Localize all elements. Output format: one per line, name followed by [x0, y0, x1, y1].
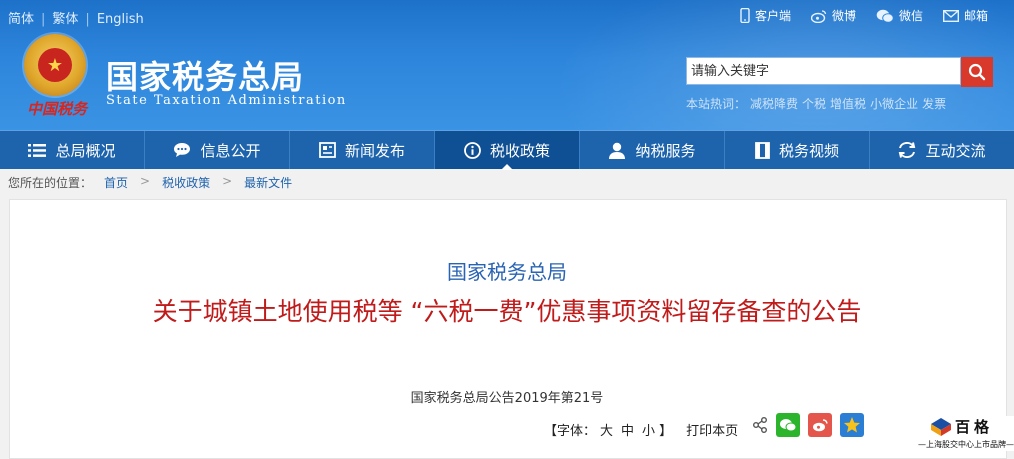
nav-item-tax-policy[interactable]: 税收政策 [435, 131, 580, 170]
search-icon [968, 63, 986, 81]
search-button[interactable] [961, 57, 993, 87]
qzone-share-icon[interactable] [840, 413, 864, 437]
weibo-label: 微博 [831, 9, 856, 23]
emblem-caption: 中国税务 [27, 100, 88, 118]
breadcrumb: 您所在的位置： 首页 > 税收政策 > 最新文件 [8, 174, 292, 191]
document-number: 国家税务总局公告2019年第21号 [410, 391, 604, 406]
font-size-small[interactable]: 小 [642, 420, 655, 439]
site-header: 简体 | 繁体 | English 客户端 微博 微信 邮箱 ★ 中国税务 国家税务总局… [0, 0, 1014, 130]
wechat-share-icon[interactable] [776, 413, 800, 437]
mobile-icon [740, 8, 750, 23]
share-bar [752, 413, 864, 437]
hot-word[interactable]: 个税 [802, 97, 826, 111]
hot-word[interactable]: 小微企业 [870, 97, 918, 111]
hot-words-label: 本站热词： [686, 97, 747, 111]
nav-item-interaction[interactable]: 互动交流 [870, 131, 1014, 169]
wechat-label: 微信 [898, 9, 923, 23]
nav-label: 新闻发布 [344, 141, 405, 160]
wechat-icon [876, 9, 894, 23]
font-size-medium[interactable]: 中 [621, 420, 634, 439]
hot-word[interactable]: 增值税 [830, 97, 866, 111]
article-issuer: 国家税务总局 [447, 260, 567, 284]
font-size-large[interactable]: 大 [600, 420, 613, 439]
nav-label: 税务视频 [778, 141, 839, 160]
language-switcher: 简体 | 繁体 | English [8, 8, 144, 27]
breadcrumb-latest-documents[interactable]: 最新文件 [244, 174, 292, 191]
watermark-name: 百格 [955, 418, 994, 436]
client-link[interactable]: 客户端 [740, 7, 791, 24]
lang-traditional[interactable]: 繁体 [52, 8, 78, 27]
user-icon [609, 142, 626, 159]
top-links: 客户端 微博 微信 邮箱 [740, 7, 988, 24]
print-button[interactable]: 打印本页 [686, 420, 738, 439]
nav-item-overview[interactable]: 总局概况 [0, 131, 145, 169]
mail-link[interactable]: 邮箱 [942, 7, 988, 24]
chevron-right-icon: > [222, 174, 233, 188]
breadcrumb-prefix: 您所在的位置： [8, 176, 93, 190]
search-bar: 请输入关键字 [686, 57, 993, 87]
weibo-share-icon[interactable] [808, 413, 832, 437]
watermark-logo-icon [931, 418, 951, 436]
menu-icon [28, 143, 47, 157]
nav-item-disclosure[interactable]: 信息公开 [145, 131, 290, 169]
article-tools: 【字体： 大 中 小 】 打印本页 [544, 420, 738, 439]
article-title: 关于城镇土地使用税等 “六税一费”优惠事项资料留存备查的公告 [152, 297, 862, 326]
lang-english[interactable]: English [97, 12, 144, 27]
exchange-icon [899, 142, 916, 158]
nav-item-taxpayer-service[interactable]: 纳税服务 [580, 131, 725, 169]
nav-item-video[interactable]: 税务视频 [725, 131, 870, 169]
breadcrumb-tax-policy[interactable]: 税收政策 [162, 174, 210, 191]
video-icon [755, 141, 770, 159]
hot-word[interactable]: 发票 [922, 97, 946, 111]
weibo-link[interactable]: 微博 [810, 7, 856, 24]
nav-label: 总局概况 [55, 141, 116, 160]
nav-item-news[interactable]: 新闻发布 [290, 131, 435, 169]
hot-words: 本站热词： 减税降费 个税 增值税 小微企业 发票 [686, 95, 950, 112]
font-size-label: 【字体： [544, 424, 597, 439]
search-input[interactable]: 请输入关键字 [686, 57, 961, 85]
mail-label: 邮箱 [963, 9, 988, 23]
client-label: 客户端 [754, 9, 791, 23]
chat-icon [174, 143, 191, 157]
national-emblem-logo[interactable]: ★ [24, 34, 86, 96]
nav-label: 信息公开 [200, 141, 261, 160]
share-icon[interactable] [752, 417, 768, 433]
wechat-link[interactable]: 微信 [876, 7, 923, 24]
mail-icon [942, 9, 959, 22]
hot-word[interactable]: 减税降费 [750, 97, 798, 111]
watermark-tagline: —上海股交中心上市品牌— [918, 440, 1014, 449]
font-size-close: 】 [659, 424, 673, 439]
nav-label: 纳税服务 [635, 141, 696, 160]
weibo-icon [810, 9, 827, 23]
main-nav: 总局概况 信息公开 新闻发布 税收政策 纳税服务 税务视频 互动交流 [0, 130, 1014, 170]
nav-label: 互动交流 [925, 141, 986, 160]
news-icon [319, 142, 336, 158]
info-icon [464, 141, 481, 159]
nav-label: 税收政策 [489, 141, 550, 160]
chevron-right-icon: > [140, 174, 151, 188]
site-title[interactable]: 国家税务总局 [106, 52, 304, 98]
site-subtitle: State Taxation Administration [106, 93, 347, 108]
lang-simplified[interactable]: 简体 [8, 8, 34, 27]
breadcrumb-home[interactable]: 首页 [104, 174, 128, 191]
